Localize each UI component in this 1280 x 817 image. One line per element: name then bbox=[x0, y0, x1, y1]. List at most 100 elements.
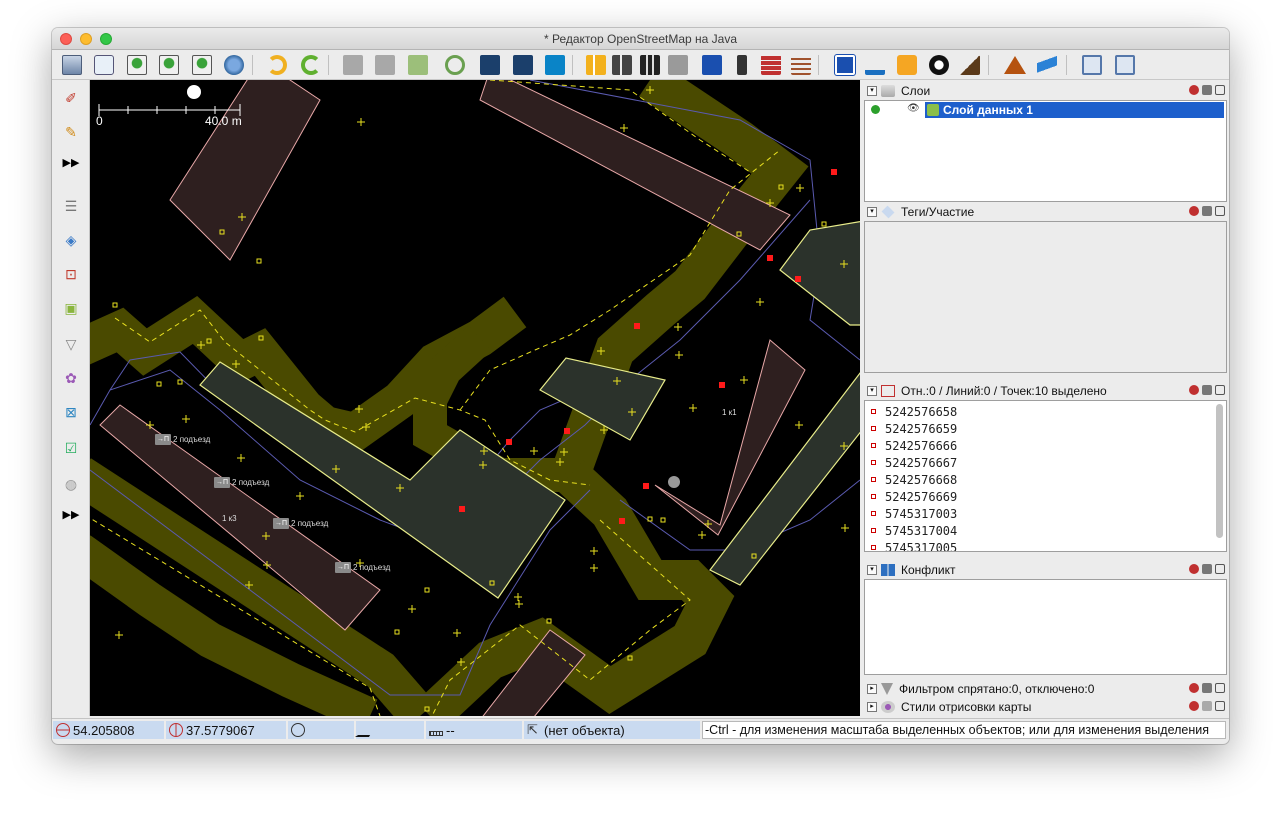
selection-item[interactable]: 5242576658 bbox=[865, 403, 1226, 420]
zoom-search-button[interactable] bbox=[442, 53, 467, 77]
road-secondary-preset-button[interactable] bbox=[609, 53, 634, 77]
layer-name-selected[interactable]: Слой данных 1 bbox=[925, 102, 1224, 118]
selection-item[interactable]: 5242576669 bbox=[865, 488, 1226, 505]
heading-field bbox=[288, 721, 354, 739]
undo-button[interactable] bbox=[264, 53, 289, 77]
panel-detach-icon[interactable] bbox=[1215, 85, 1225, 95]
panel-pin-icon[interactable] bbox=[1202, 206, 1212, 216]
selection-item[interactable]: 5745317003 bbox=[865, 505, 1226, 522]
waterway-preset-button[interactable] bbox=[1034, 53, 1059, 77]
panel-detach-icon[interactable] bbox=[1215, 206, 1225, 216]
collapse-icon[interactable]: ▾ bbox=[867, 386, 877, 396]
traffic-signals-preset-button[interactable] bbox=[729, 53, 754, 77]
selection-icon bbox=[881, 385, 895, 397]
panel-close-icon[interactable] bbox=[1189, 683, 1199, 693]
road-disabled-preset-button[interactable] bbox=[665, 53, 690, 77]
panel-close-icon[interactable] bbox=[1189, 564, 1199, 574]
draw-mode-button[interactable]: ✎ bbox=[59, 120, 83, 144]
save-button[interactable] bbox=[91, 53, 116, 77]
layers-icon: ☰ bbox=[64, 197, 78, 214]
panel-close-icon[interactable] bbox=[1189, 385, 1199, 395]
panel-controls bbox=[1189, 206, 1225, 216]
wms-tms-button[interactable] bbox=[405, 53, 430, 77]
oneway-preset-button[interactable] bbox=[477, 53, 502, 77]
selection-scrollbar[interactable] bbox=[1216, 404, 1223, 538]
toggle-styles-button[interactable]: ✿ bbox=[59, 366, 83, 390]
zoom-out-button[interactable] bbox=[1112, 53, 1137, 77]
panel-detach-icon[interactable] bbox=[1215, 385, 1225, 395]
oneway-reverse-preset-button[interactable] bbox=[510, 53, 535, 77]
tags-panel-header[interactable]: ▾ Теги/Участие bbox=[864, 203, 1227, 221]
selection-item[interactable]: 5745317004 bbox=[865, 522, 1226, 539]
wikipedia-globe-icon: ◍ bbox=[64, 475, 78, 492]
road-primary-preset-button[interactable] bbox=[583, 53, 608, 77]
hotel-preset-button[interactable] bbox=[862, 53, 887, 77]
preset-disabled-2-button[interactable] bbox=[372, 53, 397, 77]
toggle-filter-button[interactable]: ▽ bbox=[59, 332, 83, 356]
selected-node bbox=[795, 276, 801, 282]
conflict-panel-header[interactable]: ▾ Конфликт bbox=[864, 561, 1227, 579]
active-layer-check-icon[interactable] bbox=[871, 105, 880, 114]
parking-preset-button[interactable] bbox=[699, 53, 724, 77]
toggle-layers-button[interactable]: ☰ bbox=[59, 194, 83, 218]
wall-preset-button[interactable] bbox=[758, 53, 783, 77]
styles-panel-header[interactable]: ▸ Стили отрисовки карты bbox=[864, 698, 1227, 716]
shop-preset-button[interactable] bbox=[894, 53, 919, 77]
selection-item[interactable]: 5242576659 bbox=[865, 420, 1226, 437]
visibility-eye-icon[interactable]: 👁 bbox=[907, 103, 920, 114]
toggle-selection-button[interactable]: ⊡ bbox=[59, 262, 83, 286]
panel-close-icon[interactable] bbox=[1189, 701, 1199, 711]
panel-detach-icon[interactable] bbox=[1215, 683, 1225, 693]
tags-panel: ▾ Теги/Участие bbox=[864, 203, 1227, 373]
layers-panel-header[interactable]: ▾ Слои bbox=[864, 82, 1227, 100]
building-label: 1 к1 bbox=[722, 408, 737, 417]
panel-pin-icon[interactable] bbox=[1202, 683, 1212, 693]
preset-disabled-1-button[interactable] bbox=[340, 53, 365, 77]
selection-panel-header[interactable]: ▾ Отн.:0 / Линий:0 / Точек:10 выделено bbox=[864, 382, 1227, 400]
railway-preset-button[interactable] bbox=[788, 53, 813, 77]
sports-preset-button[interactable] bbox=[926, 53, 951, 77]
toggle-wikipedia-button[interactable]: ◍ bbox=[59, 472, 83, 496]
collapse-icon[interactable]: ▾ bbox=[867, 565, 877, 575]
layer-row[interactable]: 👁 Слой данных 1 bbox=[865, 102, 1226, 118]
industrial-preset-button[interactable] bbox=[957, 53, 982, 77]
node-id: 5242576667 bbox=[885, 455, 958, 470]
toggle-tags-button[interactable]: ◈ bbox=[59, 228, 83, 252]
panel-pin-icon[interactable] bbox=[1202, 385, 1212, 395]
download-region-button[interactable] bbox=[156, 53, 181, 77]
selection-item[interactable]: 5745317005 bbox=[865, 539, 1226, 551]
panel-close-icon[interactable] bbox=[1189, 85, 1199, 95]
panel-pin-icon[interactable] bbox=[1202, 564, 1212, 574]
map-view[interactable]: 0 40.0 m →П 2 подъезд →П 2 подъезд →П 2 под… bbox=[90, 80, 860, 716]
collapse-icon[interactable]: ▾ bbox=[867, 86, 877, 96]
bing-imagery-button[interactable] bbox=[542, 53, 567, 77]
expand-icon[interactable]: ▸ bbox=[867, 702, 877, 712]
upload-button[interactable] bbox=[189, 53, 214, 77]
expand-icon[interactable]: ▸ bbox=[867, 684, 877, 694]
collapse-icon[interactable]: ▾ bbox=[867, 207, 877, 217]
update-data-button[interactable] bbox=[221, 53, 246, 77]
panel-detach-icon[interactable] bbox=[1215, 701, 1225, 711]
selection-item[interactable]: 5242576667 bbox=[865, 454, 1226, 471]
toggle-imagery-button[interactable]: ▣ bbox=[59, 296, 83, 320]
toggle-validator-button[interactable]: ⊠ bbox=[59, 400, 83, 424]
filter-panel-header[interactable]: ▸ Фильтром спрятано:0, отключено:0 bbox=[864, 680, 1227, 698]
road-track-preset-button[interactable] bbox=[637, 53, 662, 77]
zoom-in-icon bbox=[1081, 55, 1102, 75]
download-button[interactable] bbox=[124, 53, 149, 77]
panel-pin-icon[interactable] bbox=[1202, 85, 1212, 95]
selection-item[interactable]: 5242576666 bbox=[865, 437, 1226, 454]
panel-detach-icon[interactable] bbox=[1215, 564, 1225, 574]
panel-close-icon[interactable] bbox=[1189, 206, 1199, 216]
more-modes-button[interactable]: ▶▶ bbox=[59, 150, 83, 174]
zoom-in-button[interactable] bbox=[1079, 53, 1104, 77]
select-mode-button[interactable]: ✐ bbox=[59, 86, 83, 110]
redo-button[interactable] bbox=[298, 53, 323, 77]
panel-settings-icon[interactable] bbox=[1202, 701, 1212, 711]
selection-item[interactable]: 5242576668 bbox=[865, 471, 1226, 488]
more-dialogs-button[interactable]: ▶▶ bbox=[59, 502, 83, 526]
info-preset-button[interactable] bbox=[832, 53, 857, 77]
open-file-button[interactable] bbox=[59, 53, 84, 77]
peak-preset-button[interactable] bbox=[1002, 53, 1027, 77]
toggle-todo-button[interactable]: ☑ bbox=[59, 436, 83, 460]
